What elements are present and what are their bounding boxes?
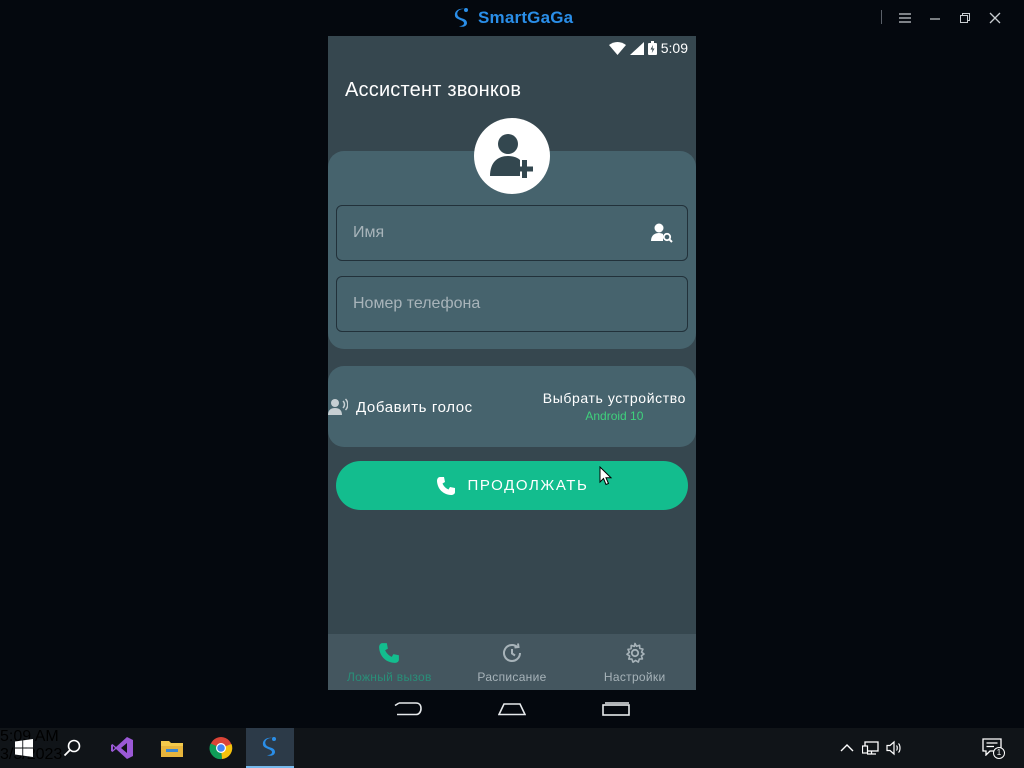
name-field[interactable]: Имя [336, 205, 688, 261]
titlebar-separator [881, 10, 882, 24]
nav-fake-call[interactable]: Ложный вызов [328, 634, 451, 690]
recents-key-icon[interactable] [602, 702, 630, 716]
status-time: 5:09 [660, 40, 688, 56]
android-status-bar: 5:09 [328, 36, 696, 60]
emulator-brand: SmartGaGa [452, 7, 573, 29]
restore-button[interactable] [950, 8, 980, 28]
nav-schedule-label: Расписание [477, 670, 547, 684]
taskbar-visual-studio[interactable] [98, 728, 146, 768]
phone-number-placeholder: Номер телефона [353, 295, 481, 312]
action-center-button[interactable]: 1 [982, 738, 1005, 759]
emulator-titlebar: SmartGaGa [0, 0, 1024, 36]
phone-icon [436, 476, 455, 495]
bottom-navigation: Ложный вызов Расписание Настройки [328, 634, 696, 690]
app-title: Ассистент звонков [345, 79, 522, 101]
select-device-button[interactable]: Выбрать устройство Android 10 [543, 390, 686, 423]
back-key-icon[interactable] [394, 702, 422, 716]
mouse-cursor-icon [599, 466, 613, 486]
continue-label: ПРОДОЛЖАТЬ [467, 477, 589, 494]
start-button[interactable] [0, 728, 48, 768]
taskbar-file-explorer[interactable] [148, 728, 196, 768]
taskbar-chrome[interactable] [197, 728, 245, 768]
status-icons: 5:09 [608, 40, 688, 56]
select-device-label: Выбрать устройство [542, 390, 686, 406]
menu-button[interactable] [890, 8, 920, 28]
wifi-icon [608, 41, 626, 55]
search-icon [63, 739, 81, 757]
minimize-button[interactable] [920, 8, 950, 28]
emulator-brand-name: SmartGaGa [478, 8, 574, 27]
settings-icon [625, 642, 645, 663]
file-explorer-icon [161, 741, 183, 757]
menu-icon [899, 13, 911, 23]
continue-button[interactable]: ПРОДОЛЖАТЬ [336, 461, 688, 510]
taskbar-smartgaga[interactable] [246, 728, 294, 768]
visual-studio-icon [111, 737, 133, 759]
close-icon [989, 12, 1001, 24]
nav-schedule[interactable]: Расписание [451, 634, 574, 690]
schedule-icon [503, 643, 521, 662]
windows-taskbar: 5:09 AM 3/5/2023 1 [0, 728, 1024, 768]
notification-count: 1 [993, 747, 1005, 759]
window-controls [890, 8, 1010, 28]
windows-start-icon [15, 739, 33, 757]
chevron-up-icon[interactable] [838, 739, 856, 757]
phone-screen: 5:09 Ассистент звонков Имя Номер телефон… [328, 36, 696, 690]
signal-icon [629, 41, 644, 55]
smartgaga-logo-icon [454, 8, 468, 27]
contact-search-icon[interactable] [651, 222, 673, 244]
nav-fake-call-label: Ложный вызов [346, 670, 432, 684]
device-value: Android 10 [585, 409, 644, 423]
restore-icon [960, 13, 970, 23]
add-user-icon [490, 134, 533, 178]
phone-icon [379, 643, 400, 663]
add-voice-button[interactable]: Добавить голос [328, 396, 473, 418]
home-key-icon[interactable] [498, 702, 526, 716]
nav-settings[interactable]: Настройки [573, 634, 696, 690]
phone-number-field[interactable]: Номер телефона [336, 276, 688, 332]
android-system-nav [328, 690, 696, 728]
network-icon[interactable] [862, 739, 880, 757]
close-button[interactable] [980, 8, 1010, 28]
battery-icon [647, 41, 657, 55]
minimize-icon [930, 18, 940, 20]
avatar-add-contact-button[interactable] [474, 118, 550, 194]
add-voice-label: Добавить голос [356, 398, 473, 416]
voice-person-icon [328, 398, 348, 415]
name-field-placeholder: Имя [353, 224, 385, 241]
smartgaga-icon [262, 737, 276, 756]
chrome-icon [209, 737, 233, 760]
taskbar-search-button[interactable] [48, 728, 96, 768]
volume-icon[interactable] [885, 739, 903, 757]
nav-settings-label: Настройки [603, 670, 666, 684]
